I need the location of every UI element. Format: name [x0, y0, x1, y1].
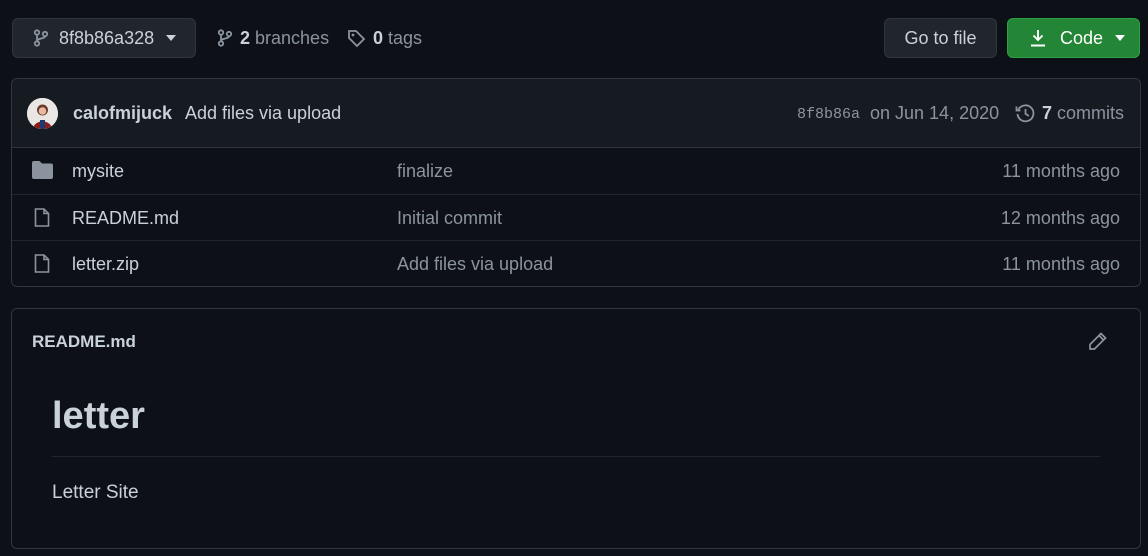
caret-down-icon [166, 35, 177, 41]
file-name[interactable]: README.md [72, 208, 179, 229]
commit-message[interactable]: Add files via upload [185, 103, 341, 124]
caret-down-icon [1115, 35, 1126, 41]
branches-link[interactable]: 2 branches [217, 26, 329, 50]
readme-heading: letter [52, 395, 145, 437]
file-icon [34, 208, 50, 227]
tags-link[interactable]: 0 tags [347, 26, 422, 50]
branch-name: 8f8b86a328 [59, 27, 155, 48]
file-commit-message[interactable]: Initial commit [397, 208, 502, 229]
branches-label: branches [255, 27, 330, 48]
download-icon [1030, 29, 1046, 47]
tag-icon [347, 29, 366, 48]
git-branch-icon [33, 29, 49, 47]
branches-count: 2 [240, 27, 251, 48]
file-row[interactable]: mysite finalize 11 months ago [12, 148, 1140, 194]
file-name[interactable]: letter.zip [72, 254, 139, 275]
commit-author[interactable]: calofmijuck [73, 103, 172, 124]
latest-commit-bar: calofmijuck Add files via upload 8f8b86a… [12, 79, 1140, 148]
readme-body: Letter Site [52, 482, 139, 503]
commits-count: 7 [1042, 103, 1053, 123]
file-age: 12 months ago [1000, 208, 1120, 228]
file-age: 11 months ago [1002, 161, 1120, 181]
tags-count: 0 [373, 27, 384, 48]
tags-label: tags [388, 27, 423, 48]
code-button[interactable]: Code [1007, 18, 1140, 58]
go-to-file-label: Go to file [904, 27, 977, 48]
commits-label: commits [1057, 103, 1125, 123]
commits-link[interactable]: 7 commits [1015, 103, 1124, 124]
file-commit-message[interactable]: finalize [397, 161, 453, 182]
file-age: 11 months ago [1002, 254, 1120, 274]
pencil-icon[interactable] [1088, 331, 1108, 351]
commit-sha[interactable]: 8f8b86a [797, 106, 860, 123]
file-commit-message[interactable]: Add files via upload [397, 254, 553, 275]
code-label: Code [1060, 27, 1104, 48]
file-icon [34, 254, 50, 273]
git-branch-icon [217, 29, 233, 47]
file-row[interactable]: letter.zip Add files via upload 11 month… [12, 240, 1140, 286]
avatar[interactable] [27, 98, 58, 129]
history-icon [1015, 103, 1036, 124]
file-browser: calofmijuck Add files via upload 8f8b86a… [11, 78, 1141, 287]
readme-filename: README.md [32, 332, 136, 351]
branch-select-button[interactable]: 8f8b86a328 [12, 18, 196, 58]
folder-icon [32, 161, 53, 179]
commit-date: on Jun 14, 2020 [870, 103, 1000, 123]
file-name[interactable]: mysite [72, 161, 124, 182]
readme-panel: README.md letter Letter Site [11, 308, 1141, 549]
heading-divider [52, 456, 1100, 457]
go-to-file-button[interactable]: Go to file [884, 18, 997, 58]
file-row[interactable]: README.md Initial commit 12 months ago [12, 194, 1140, 240]
